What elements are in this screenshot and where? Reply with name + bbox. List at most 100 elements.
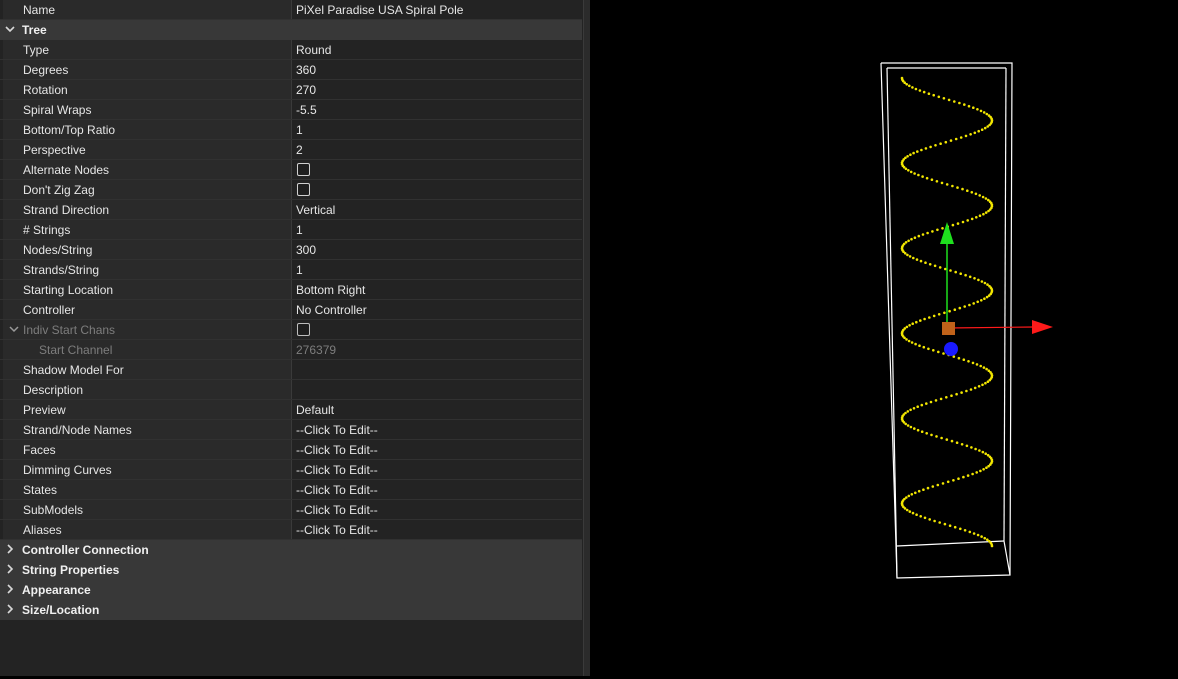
spiral-node xyxy=(926,231,929,235)
prop-strand-node-names-row[interactable]: Strand/Node Names --Click To Edit-- xyxy=(0,420,582,440)
spiral-node xyxy=(978,449,981,452)
prop-perspective-row[interactable]: Perspective 2 xyxy=(0,140,582,160)
spiral-node xyxy=(906,424,910,427)
spiral-node xyxy=(913,172,916,175)
prop-spiral-wraps-row[interactable]: Spiral Wraps -5.5 xyxy=(0,100,582,120)
x-axis-arrow[interactable] xyxy=(947,326,1035,329)
prop-type-row[interactable]: Type Round xyxy=(0,40,582,60)
prop-aliases-row[interactable]: Aliases --Click To Edit-- xyxy=(0,520,582,540)
spiral-node xyxy=(985,367,988,371)
prop-states-row[interactable]: States --Click To Edit-- xyxy=(0,480,582,500)
aliases-edit[interactable]: --Click To Edit-- xyxy=(296,523,378,537)
prop-indiv-start-chans-row[interactable]: Indiv Start Chans xyxy=(0,320,582,340)
category-tree[interactable]: Tree xyxy=(0,20,582,40)
prop-starting-location-row[interactable]: Starting Location Bottom Right xyxy=(0,280,582,300)
prop-label: Shadow Model For xyxy=(23,363,124,377)
bottom-top-ratio-value[interactable]: 1 xyxy=(296,123,303,137)
type-value[interactable]: Round xyxy=(296,43,331,57)
prop-label: SubModels xyxy=(23,503,84,517)
prop-label: Don't Zig Zag xyxy=(23,183,95,197)
prop-alternate-nodes-row[interactable]: Alternate Nodes xyxy=(0,160,582,180)
prop-strands-string-row[interactable]: Strands/String 1 xyxy=(0,260,582,280)
prop-rotation-row[interactable]: Rotation 270 xyxy=(0,80,582,100)
faces-edit[interactable]: --Click To Edit-- xyxy=(296,443,378,457)
chevron-right-icon[interactable] xyxy=(4,602,16,616)
prop-dont-zig-zag-row[interactable]: Don't Zig Zag xyxy=(0,180,582,200)
category-controller-connection[interactable]: Controller Connection xyxy=(0,540,582,560)
dont-zig-zag-checkbox[interactable] xyxy=(297,183,310,196)
spiral-node xyxy=(979,364,982,368)
prop-description-row[interactable]: Description xyxy=(0,380,582,400)
panel-splitter[interactable] xyxy=(583,0,590,676)
spiral-node xyxy=(913,236,917,239)
spiral-node xyxy=(977,129,980,133)
spiral-node xyxy=(964,134,968,138)
move-gizmo[interactable] xyxy=(940,222,1053,356)
spiral-node xyxy=(928,316,931,319)
spiral-node xyxy=(911,322,914,326)
spiral-node xyxy=(937,350,940,354)
perspective-value[interactable]: 2 xyxy=(296,143,303,157)
preview-value[interactable]: Default xyxy=(296,403,334,417)
starting-location-value[interactable]: Bottom Right xyxy=(296,283,365,297)
chevron-right-icon[interactable] xyxy=(4,582,16,596)
category-appearance[interactable]: Appearance xyxy=(0,580,582,600)
spiral-node xyxy=(959,136,963,139)
spiral-node xyxy=(975,471,978,474)
preview-canvas[interactable] xyxy=(590,0,1178,676)
controller-value[interactable]: No Controller xyxy=(296,303,367,317)
alternate-nodes-checkbox[interactable] xyxy=(297,163,310,176)
spiral-node xyxy=(911,511,915,515)
strands-string-value[interactable]: 1 xyxy=(296,263,303,277)
indiv-start-chans-checkbox[interactable] xyxy=(297,323,310,336)
spiral-node xyxy=(958,101,961,105)
center-handle[interactable] xyxy=(942,322,955,335)
num-strings-value[interactable]: 1 xyxy=(296,223,303,237)
prop-preview-row[interactable]: Preview Default xyxy=(0,400,582,420)
strand-direction-value[interactable]: Vertical xyxy=(296,203,335,217)
spiral-node xyxy=(924,147,928,150)
dimming-curves-edit[interactable]: --Click To Edit-- xyxy=(296,463,378,477)
prop-controller-row[interactable]: Controller No Controller xyxy=(0,300,582,320)
chevron-right-icon[interactable] xyxy=(4,542,16,556)
prop-nodes-string-row[interactable]: Nodes/String 300 xyxy=(0,240,582,260)
spiral-node xyxy=(922,90,926,94)
layout-preview-viewport[interactable] xyxy=(590,0,1178,676)
z-axis-handle[interactable] xyxy=(944,342,958,356)
chevron-right-icon[interactable] xyxy=(4,562,16,576)
submodels-edit[interactable]: --Click To Edit-- xyxy=(296,503,378,517)
strand-node-names-edit[interactable]: --Click To Edit-- xyxy=(296,423,378,437)
spiral-node xyxy=(937,95,941,99)
spiral-node xyxy=(905,508,909,512)
prop-num-strings-row[interactable]: # Strings 1 xyxy=(0,220,582,240)
spiral-node xyxy=(967,104,971,108)
spiral-node xyxy=(938,266,942,269)
spiral-node xyxy=(966,189,969,192)
prop-label: Spiral Wraps xyxy=(23,103,92,117)
spiral-node xyxy=(971,472,974,476)
prop-dimming-curves-row[interactable]: Dimming Curves --Click To Edit-- xyxy=(0,460,582,480)
category-string-properties[interactable]: String Properties xyxy=(0,560,582,580)
prop-name-row[interactable]: Name PiXel Paradise USA Spiral Pole xyxy=(0,0,582,20)
degrees-value[interactable]: 360 xyxy=(296,63,316,77)
name-value[interactable]: PiXel Paradise USA Spiral Pole xyxy=(296,3,463,17)
spiral-wraps-value[interactable]: -5.5 xyxy=(296,103,317,117)
prop-degrees-row[interactable]: Degrees 360 xyxy=(0,60,582,80)
prop-bottom-top-ratio-row[interactable]: Bottom/Top Ratio 1 xyxy=(0,120,582,140)
states-edit[interactable]: --Click To Edit-- xyxy=(296,483,378,497)
rotation-value[interactable]: 270 xyxy=(296,83,316,97)
prop-strand-direction-row[interactable]: Strand Direction Vertical xyxy=(0,200,582,220)
x-axis-arrowhead-icon[interactable] xyxy=(1032,320,1053,334)
spiral-node xyxy=(908,324,911,327)
category-label: Controller Connection xyxy=(22,543,149,557)
prop-shadow-model-for-row[interactable]: Shadow Model For xyxy=(0,360,582,380)
chevron-down-icon[interactable] xyxy=(8,322,20,336)
chevron-down-icon[interactable] xyxy=(4,22,16,36)
spiral-node xyxy=(945,438,949,441)
prop-faces-row[interactable]: Faces --Click To Edit-- xyxy=(0,440,582,460)
spiral-node xyxy=(984,381,987,385)
prop-submodels-row[interactable]: SubModels --Click To Edit-- xyxy=(0,500,582,520)
category-size-location[interactable]: Size/Location xyxy=(0,600,582,620)
nodes-string-value[interactable]: 300 xyxy=(296,243,316,257)
spiral-node xyxy=(903,507,907,510)
